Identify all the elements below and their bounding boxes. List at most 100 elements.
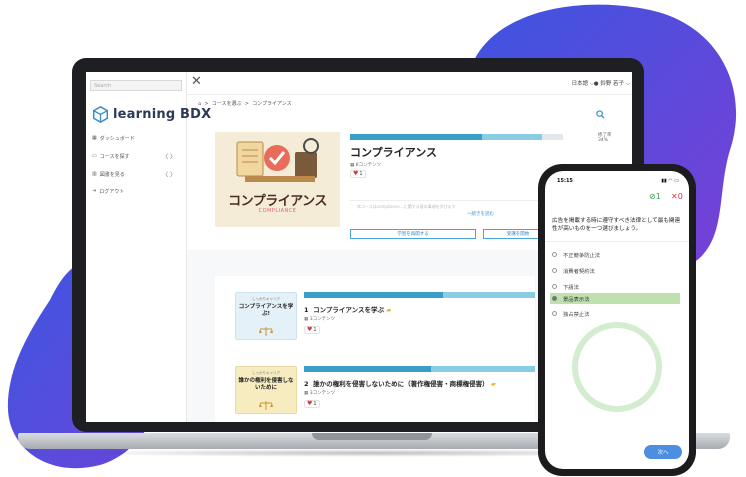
library-icon: ▥ <box>92 171 97 177</box>
heart-icon: ♥ <box>307 326 313 333</box>
lesson-1-progress-buffer <box>442 292 535 298</box>
course-progress-bar <box>350 134 563 140</box>
option-label: 景品表示法 <box>563 296 590 303</box>
quiz-option-selected[interactable]: 景品表示法 <box>550 293 680 304</box>
like-button[interactable]: ♥ 1 <box>350 170 366 178</box>
top-bar: ✕ 日本語 ⌵ ● 鈴野 若子 ⌵ <box>187 72 632 95</box>
option-label: 消費者契約法 <box>563 268 595 275</box>
search-course-icon: ▭ <box>92 153 97 159</box>
correct-score: ⊘1 <box>649 192 661 201</box>
breadcrumb-current: コンプライアンス <box>252 101 292 107</box>
sidebar-item-library[interactable]: ▥ 図書を見る 〈 〉 <box>92 169 182 179</box>
like-count: 1 <box>313 401 317 407</box>
phone-time: 15:15 <box>557 178 573 184</box>
logout-icon: ⇥ <box>92 188 97 194</box>
lessons-list: しっかりキャリア コンプライアンスを学ぶ! 1 コンプライアンスを学ぶ ▰ ▦ … <box>215 276 535 422</box>
course-card-title: コンプライアンス <box>228 194 327 209</box>
lesson-2-thumbnail[interactable]: しっかりキャリア 誰かの権利を侵害しないために <box>235 366 297 414</box>
course-description: 本コースはcompliance...に関する基本事項を学びます 〜続きを読む <box>349 200 539 219</box>
phone-status-icons: ▮▮ ◠ ▭ <box>661 178 679 184</box>
lesson-thumb-title: 誰かの権利を侵害しないために <box>238 378 294 391</box>
sidebar-item-dashboard[interactable]: ▦ ダッシュボード <box>92 133 182 143</box>
sidebar-search-input[interactable]: Search <box>90 80 182 91</box>
lesson-2-progress-bar <box>304 366 535 372</box>
lesson-2-like-button[interactable]: ♥ 1 <box>304 400 320 408</box>
cube-logo-icon <box>92 105 109 123</box>
content-count-text: 3コンテンツ <box>309 317 336 322</box>
radio-icon <box>552 268 557 273</box>
description-text: 本コースはcompliance...に関する基本事項を学びます <box>357 204 456 209</box>
radio-icon <box>552 284 557 289</box>
lesson-1-title[interactable]: 1 コンプライアンスを学ぶ ▰ <box>304 304 391 314</box>
lesson-title-text: 誰かの権利を侵害しないために（著作権侵害・商標権侵害） <box>313 380 489 388</box>
breadcrumb-parent[interactable]: コースを選ぶ <box>212 101 242 107</box>
like-count: 1 <box>313 327 317 333</box>
heart-icon: ♥ <box>307 400 313 407</box>
lesson-2-progress-buffer <box>431 366 535 372</box>
course-progress-fill <box>350 134 483 140</box>
progress-value: 34% <box>598 138 609 143</box>
sidebar-item-courses[interactable]: ▭ コースを探す 〈 〉 <box>92 151 182 161</box>
option-label: 不正競争防止法 <box>563 252 601 259</box>
close-icon[interactable]: ✕ <box>191 75 202 89</box>
folder-icon: ▰ <box>386 306 392 314</box>
lesson-1-thumbnail[interactable]: しっかりキャリア コンプライアンスを学ぶ! <box>235 292 297 340</box>
language-selector[interactable]: 日本語 ⌵ <box>572 79 594 88</box>
search-icon[interactable] <box>596 110 605 119</box>
cross-icon: ✕ <box>671 192 678 201</box>
option-label: 下請法 <box>563 284 579 291</box>
lesson-1-content-count: ▦ 3コンテンツ <box>304 316 335 322</box>
course-title: コンプライアンス <box>350 146 438 159</box>
sidebar-item-label: ダッシュボード <box>99 135 135 142</box>
content-icon: ▦ <box>304 391 309 396</box>
question-divider <box>545 241 689 242</box>
read-more-link[interactable]: 〜続きを読む <box>467 211 494 217</box>
lesson-1-like-button[interactable]: ♥ 1 <box>304 326 320 334</box>
lesson-thumb-title: コンプライアンスを学ぶ! <box>238 304 294 317</box>
heart-icon: ♥ <box>353 170 359 177</box>
lesson-number: 1 <box>304 306 309 314</box>
correct-answer-circle-icon <box>572 322 662 412</box>
phone-screen: 15:15 ▮▮ ◠ ▭ ⊘1 ✕0 広告を掲載する時に遵守すべき法律として最も… <box>545 171 689 469</box>
dashboard-icon: ▦ <box>92 135 97 141</box>
lesson-1-progress-bar <box>304 292 535 298</box>
quiz-option[interactable]: 下請法 <box>550 281 680 292</box>
course-card-subtitle: COMPLIANCE <box>258 208 297 214</box>
laptop-notch <box>312 433 432 440</box>
radio-selected-icon <box>552 296 557 301</box>
quiz-option[interactable]: 消費者契約法 <box>550 265 680 276</box>
brand-logo[interactable]: learning BDX <box>92 104 211 124</box>
content-icon: ▦ <box>350 163 355 168</box>
content-icon: ▦ <box>304 317 309 322</box>
expand-arrows-icon[interactable]: 〈 〉 <box>162 152 176 161</box>
lesson-thumb-caption: しっかりキャリア <box>252 297 280 301</box>
sidebar-item-label: 図書を見る <box>99 171 125 178</box>
course-thumbnail: コンプライアンス COMPLIANCE <box>215 132 340 227</box>
course-progress-buffer <box>482 134 542 140</box>
home-icon[interactable]: ⌂ <box>198 101 201 107</box>
folder-icon: ▰ <box>490 380 496 388</box>
user-menu[interactable]: ● 鈴野 若子 ⌵ <box>594 79 630 88</box>
quiz-option[interactable]: 不正競争防止法 <box>550 249 680 260</box>
like-count: 1 <box>359 171 363 177</box>
lesson-thumb-caption: しっかりキャリア <box>252 371 280 375</box>
incorrect-score: ✕0 <box>671 192 683 201</box>
resume-learning-button[interactable]: 学習を再開する <box>350 229 476 239</box>
sidebar: Search learning BDX ▦ ダッシュボード ▭ コースを探す 〈… <box>86 72 211 422</box>
content-count-text: 8コンテンツ <box>355 163 382 168</box>
lesson-2-progress-fill <box>304 366 432 372</box>
sidebar-item-label: コースを探す <box>99 153 130 160</box>
quiz-question: 広告を掲載する時に遵守すべき法律として最も関連性が高いものを一つ選びましょう。 <box>552 218 681 232</box>
user-name: 鈴野 若子 ⌵ <box>600 81 630 87</box>
compliance-illustration <box>236 138 319 182</box>
scale-icon <box>259 327 273 336</box>
lesson-title-text: コンプライアンスを学ぶ <box>313 306 384 314</box>
correct-count: 1 <box>655 192 661 201</box>
lesson-2-title[interactable]: 2 誰かの権利を侵害しないために（著作権侵害・商標権侵害） ▰ <box>304 378 496 388</box>
next-button[interactable]: 次へ <box>644 445 682 459</box>
sidebar-item-logout[interactable]: ⇥ ログアウト <box>92 186 182 196</box>
lesson-2-content-count: ▦ 3コンテンツ <box>304 390 335 396</box>
expand-arrows-icon[interactable]: 〈 〉 <box>162 170 176 179</box>
breadcrumb-separator: > <box>244 101 249 107</box>
logo-text: learning BDX <box>113 106 212 122</box>
